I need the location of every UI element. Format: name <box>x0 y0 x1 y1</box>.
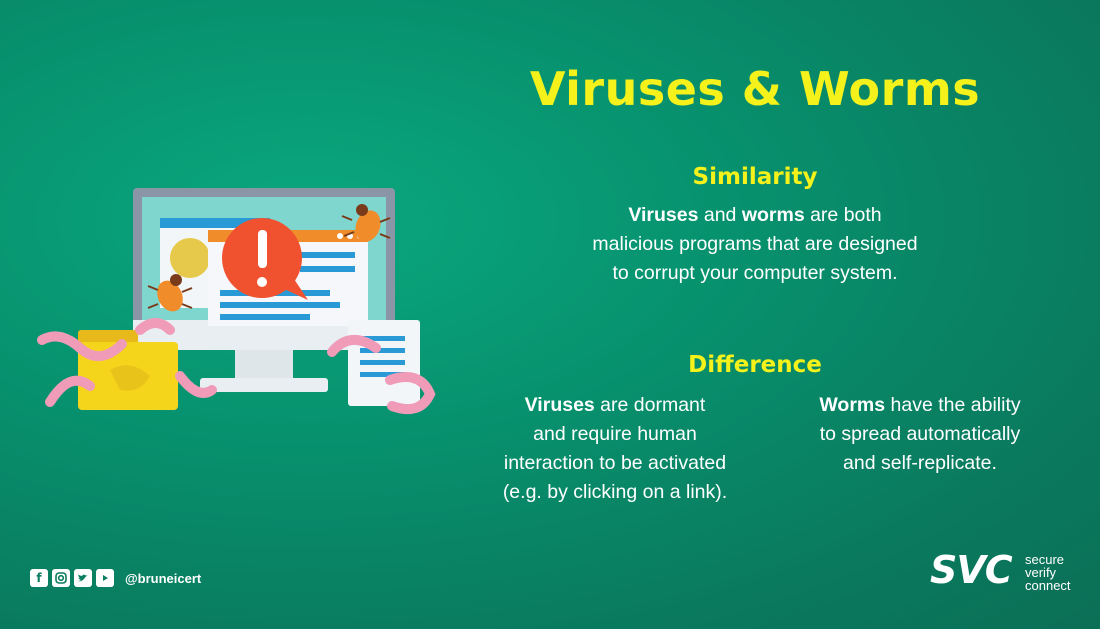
viruses-difference-text: Viruses are dormant and require human in… <box>502 394 728 503</box>
page-title: Viruses & Worms <box>529 62 981 116</box>
youtube-icon[interactable] <box>96 569 114 587</box>
computer-malware-illustration <box>37 188 436 414</box>
social-handle[interactable]: @bruneicert <box>125 571 201 586</box>
difference-heading: Difference <box>688 352 822 378</box>
facebook-icon[interactable]: f <box>30 569 48 587</box>
instagram-icon[interactable] <box>52 569 70 587</box>
similarity-heading: Similarity <box>692 164 818 190</box>
brand-logo: SVC secure verify connect <box>930 548 1090 598</box>
similarity-text: Viruses and worms are both malicious pro… <box>592 204 918 284</box>
brand-mark: SVC <box>930 548 1013 592</box>
social-links: f @bruneicert <box>30 569 201 587</box>
twitter-icon[interactable] <box>74 569 92 587</box>
document-icon <box>348 320 420 406</box>
folder-icon <box>78 330 178 410</box>
worms-difference-text: Worms have the ability to spread automat… <box>819 394 1021 474</box>
brand-tagline: secure verify connect <box>1025 552 1071 593</box>
